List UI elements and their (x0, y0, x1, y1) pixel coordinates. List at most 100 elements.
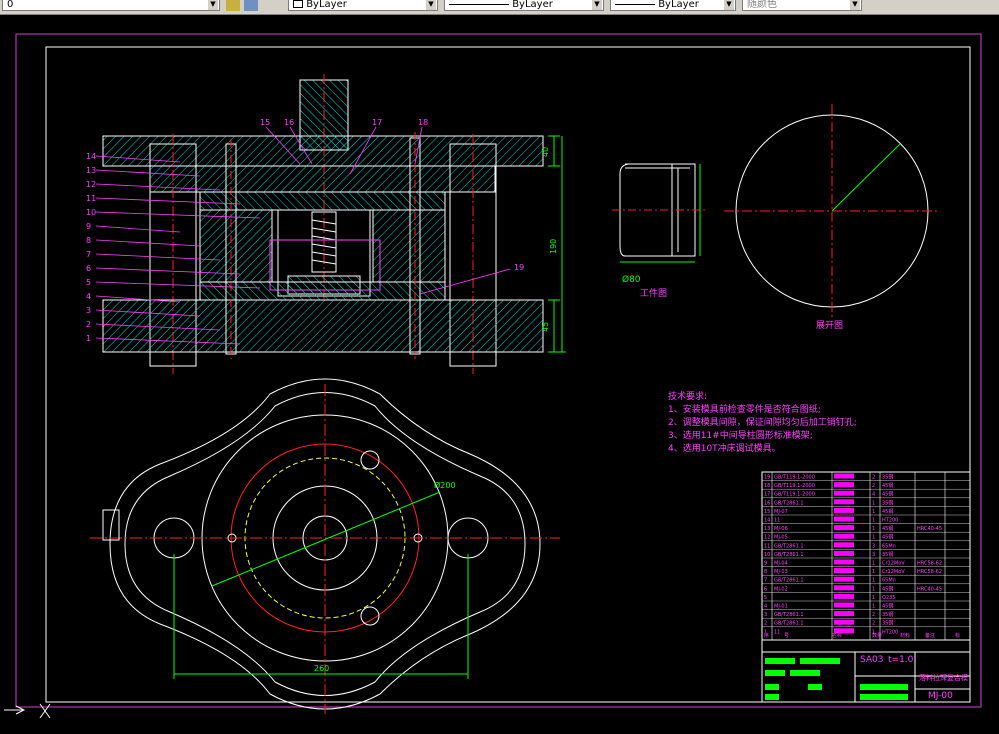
bom-cell-note: HRC58-62 (917, 561, 942, 567)
lineweight-dropdown[interactable]: ByLayer ▼ (610, 0, 736, 11)
plotstyle-value: 随颜色 (747, 0, 777, 10)
bom-highlight-bar (834, 525, 854, 531)
bom-cell-material: 45钢 (882, 585, 893, 592)
bom-highlight-bar (834, 559, 854, 565)
leader-9 (95, 225, 181, 233)
title-cell-fill (808, 684, 822, 690)
bill-of-materials[interactable]: 19 GB/T119.1-2000 2 35钢18 GB/T119.1-2000 2 45钢… (761, 471, 971, 641)
bom-cell-code: GB/T2861.1 (774, 612, 804, 618)
bom-cell-qty: 1 (872, 509, 875, 515)
color-dropdown[interactable]: ByLayer ▼ (288, 0, 438, 11)
bom-cell-code: GB/T119.1-2000 (774, 492, 815, 498)
bom-cell-material: 65Mn (882, 578, 896, 584)
callout-7: 7 (86, 250, 91, 259)
callout-12: 12 (86, 180, 96, 189)
bom-row: 13 MJ-06 1 45钢 HRC40-45 (764, 525, 942, 532)
properties-toolbar: 0 ▼ ByLayer ▼ ByLayer ▼ ByLayer ▼ 随颜色 ▼ (0, 0, 999, 15)
bom-cell-code: GB/T2861.1 (774, 552, 804, 558)
dim-190-label: 190 (549, 239, 558, 254)
title-cell-fill (860, 684, 908, 690)
bom-highlight-bar (834, 516, 854, 522)
chevron-down-icon[interactable]: ▼ (850, 0, 860, 10)
layer-dropdown[interactable]: 0 ▼ (2, 0, 220, 11)
workpiece-view[interactable]: Ø80 工件图 (612, 163, 705, 299)
dim-260-label: 260 (314, 664, 329, 673)
bom-cell-qty: 2 (872, 612, 875, 618)
bom-cell-no: 5 (764, 595, 767, 601)
bom-cell-no: 3 (764, 612, 767, 618)
bom-cell-qty: 2 (872, 621, 875, 627)
bom-header-cell: 名称 (832, 632, 842, 639)
bom-cell-material: 35钢 (882, 474, 893, 481)
bom-cell-no: 18 (764, 483, 770, 489)
color-swatch-icon (293, 0, 303, 8)
chevron-down-icon[interactable]: ▼ (208, 0, 218, 10)
plan-view[interactable]: Ø200 260 (90, 378, 560, 714)
blank-label: 展开图 (816, 320, 843, 331)
bom-header-cell: 序 (764, 632, 769, 639)
title-cell-fill (800, 658, 840, 664)
bom-cell-qty: 3 (872, 552, 875, 558)
bom-row: 16 GB/T2861.1 1 35钢 (764, 499, 893, 506)
bom-cell-material: 65Mn (882, 543, 896, 549)
tech-item-2: 2、调整模具间隙，保证间隙均匀后加工销钉孔; (668, 416, 857, 428)
blank-view[interactable]: 展开图 (724, 104, 940, 331)
bom-cell-code: MJ-04 (774, 561, 788, 567)
bom-cell-material: 45钢 (882, 508, 893, 515)
bom-cell-no: 8 (764, 569, 767, 575)
bom-cell-code: GB/T2861.1 (774, 578, 804, 584)
bom-cell-code: 11 (774, 518, 780, 524)
bom-cell-no: 19 (764, 475, 770, 481)
bom-cell-no: 4 (764, 604, 767, 610)
bom-row: 18 GB/T119.1-2000 2 45钢 (764, 482, 893, 489)
tech-title: 技术要求: (668, 390, 707, 402)
bom-cell-code: MJ-06 (774, 526, 788, 532)
linetype-value: ByLayer (512, 0, 553, 10)
callout-3: 3 (86, 306, 91, 315)
layer-previous-icon[interactable] (244, 0, 258, 11)
bom-cell-note: HRC40-45 (917, 586, 942, 592)
drawing-canvas[interactable]: 40 190 45 1413121110987654321 15 16 17 1… (0, 14, 999, 734)
callout-13: 13 (86, 166, 96, 175)
title-name: 落料拉深复合模 (919, 673, 968, 682)
plotstyle-dropdown[interactable]: 随颜色 ▼ (742, 0, 862, 11)
linetype-dropdown[interactable]: ByLayer ▼ (444, 0, 604, 11)
callout-16: 16 (284, 118, 294, 127)
bom-highlight-bar (834, 482, 854, 488)
bom-cell-no: 7 (764, 578, 767, 584)
chevron-down-icon[interactable]: ▼ (724, 0, 734, 10)
workpiece-label: 工件图 (640, 287, 667, 299)
callout-6: 6 (86, 264, 91, 273)
diameter-label: Ø200 (434, 480, 456, 490)
bom-cell-no: 10 (764, 552, 770, 558)
part-number-labels: 14 13 12 11 10 9 8 7 6 5 4 3 2 1 (86, 152, 96, 343)
bom-row: 17 GB/T119.1-2000 4 45钢 (764, 490, 893, 498)
bom-cell-code: GB/T2861.1 (774, 543, 804, 549)
title-block[interactable]: SA03 t=1.0 落料拉深复合模 MJ-00 (761, 639, 971, 703)
chevron-down-icon[interactable]: ▼ (426, 0, 436, 10)
die-block-right (372, 209, 446, 283)
bom-cell-qty: 1 (872, 500, 875, 506)
bom-highlight-bar (834, 619, 854, 625)
bom-cell-code: GB/T2861.1 (774, 621, 804, 627)
linetype-preview-icon (449, 3, 509, 5)
callout-19: 19 (514, 263, 524, 272)
bom-highlight-bar (834, 550, 854, 556)
bom-cell-material: HT200 (882, 518, 898, 524)
bom-cell-material: Cr12MoV (882, 569, 905, 575)
bom-cell-no: 12 (764, 535, 770, 541)
assembly-section-view[interactable]: 40 190 45 14 13 12 11 10 9 8 7 6 5 4 3 2 1 15 16 17 1… (86, 74, 566, 374)
bom-cell-no: 15 (764, 509, 770, 515)
chevron-down-icon[interactable]: ▼ (592, 0, 602, 10)
bom-highlight-bar (834, 611, 854, 617)
title-code: MJ-00 (928, 691, 953, 701)
layer-manager-icon[interactable] (226, 0, 240, 11)
bom-highlight-bar (834, 533, 854, 539)
bom-cell-qty: 1 (872, 586, 875, 592)
bom-cell-material: 35钢 (882, 551, 893, 558)
bom-row: 8 MJ-03 1 Cr12MoV HRC58-62 (764, 568, 942, 575)
bom-cell-material: 45钢 (882, 482, 893, 489)
tech-item-3: 3、选用11#中间导柱圆形标准模架; (668, 429, 813, 441)
bom-highlight-bar (834, 490, 854, 496)
callout-11: 11 (86, 194, 96, 203)
